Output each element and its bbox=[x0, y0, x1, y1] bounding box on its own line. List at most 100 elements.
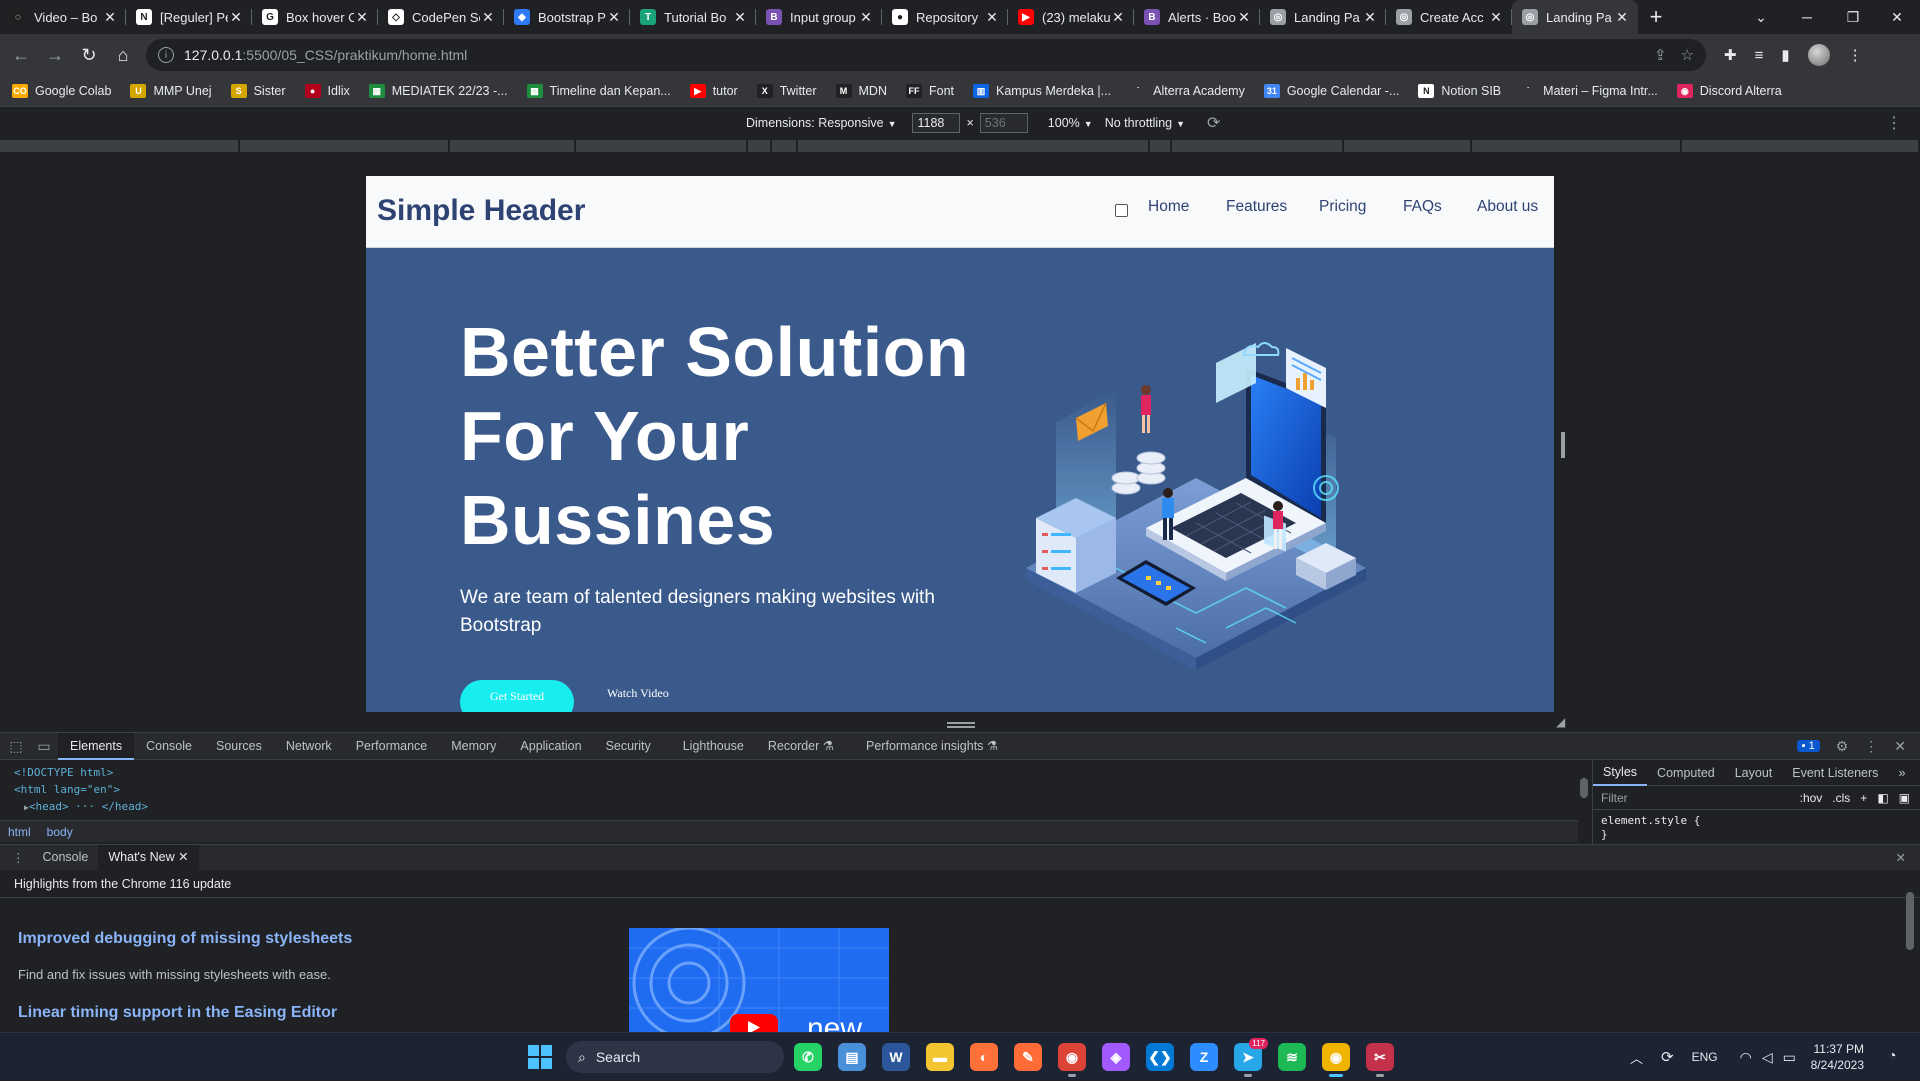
bookmark-item[interactable]: ▥ Kampus Merdeka |... bbox=[973, 84, 1111, 98]
bookmark-item[interactable]: ˙ Materi – Figma Intr... bbox=[1520, 84, 1658, 98]
close-tab-icon[interactable]: ✕ bbox=[732, 9, 748, 26]
tab-search-icon[interactable]: ⌄ bbox=[1738, 0, 1784, 34]
tab-styles[interactable]: Styles bbox=[1593, 760, 1648, 786]
file-explorer-icon[interactable]: ▬ bbox=[926, 1043, 954, 1071]
firefox-icon[interactable]: ◐ bbox=[970, 1043, 998, 1071]
close-tab-icon[interactable]: ✕ bbox=[1110, 9, 1126, 26]
nav-faqs[interactable]: FAQs bbox=[1403, 198, 1442, 216]
notifications-icon[interactable]: ◔ bbox=[1888, 1047, 1896, 1063]
close-tab-icon[interactable]: ✕ bbox=[1488, 9, 1504, 26]
inspect-element-icon[interactable]: ⬚ bbox=[2, 738, 30, 755]
close-tab-icon[interactable]: ✕ bbox=[858, 9, 874, 26]
crumb-html[interactable]: html bbox=[0, 825, 39, 839]
styles-filter-input[interactable]: Filter bbox=[1601, 791, 1628, 805]
dom-line[interactable]: <html lang="en"> bbox=[14, 781, 1564, 798]
nav-toggle-checkbox[interactable] bbox=[1115, 204, 1128, 217]
bookmark-item[interactable]: ▦ MEDIATEK 22/23 -... bbox=[368, 84, 508, 98]
more-tabs-icon[interactable]: » bbox=[1888, 766, 1915, 780]
dom-line[interactable]: <!DOCTYPE html> bbox=[14, 764, 1564, 781]
sidebar-toggle-icon[interactable]: ▣ bbox=[1899, 791, 1910, 805]
tab-layout[interactable]: Layout bbox=[1725, 766, 1783, 780]
whats-new-scrollbar[interactable] bbox=[1904, 886, 1914, 1026]
browser-tab[interactable]: B Alerts · Boo ✕ bbox=[1134, 0, 1260, 34]
media-query-segment[interactable] bbox=[1172, 140, 1344, 152]
show-hidden-icons-icon[interactable]: ︿ bbox=[1630, 1048, 1643, 1067]
settings-gear-icon[interactable]: ⚙ bbox=[1836, 738, 1849, 755]
language-indicator[interactable]: ENG bbox=[1692, 1050, 1718, 1064]
dom-scrollbar-thumb[interactable] bbox=[1580, 778, 1588, 798]
share-icon[interactable]: ⇪ bbox=[1654, 46, 1667, 64]
drawer-tab-whats-new[interactable]: What's New ✕ bbox=[98, 845, 199, 870]
browser-tab[interactable]: ▶ (23) melaku ✕ bbox=[1008, 0, 1134, 34]
tab-sources[interactable]: Sources bbox=[204, 733, 274, 760]
nav-home[interactable]: Home bbox=[1148, 198, 1189, 216]
media-query-segment[interactable] bbox=[240, 140, 450, 152]
drawer-menu-icon[interactable]: ⋮ bbox=[12, 850, 25, 865]
close-window-button[interactable]: ✕ bbox=[1874, 0, 1920, 34]
nav-pricing[interactable]: Pricing bbox=[1319, 198, 1366, 216]
bookmark-item[interactable]: S Sister bbox=[230, 84, 286, 98]
viewport-right-resize-handle[interactable] bbox=[1561, 432, 1565, 458]
close-tab-icon[interactable]: ✕ bbox=[1236, 9, 1252, 26]
tab-network[interactable]: Network bbox=[274, 733, 344, 760]
width-input[interactable]: 1188 bbox=[912, 112, 961, 133]
forward-arrow-icon[interactable]: → bbox=[38, 38, 72, 72]
chrome-update-video-thumbnail[interactable]: new bbox=[629, 928, 889, 1032]
bookmark-item[interactable]: N Notion SIB bbox=[1418, 84, 1501, 98]
tab-application[interactable]: Application bbox=[508, 733, 593, 760]
maximize-button[interactable]: ❐ bbox=[1830, 0, 1876, 34]
tab-memory[interactable]: Memory bbox=[439, 733, 508, 760]
devtools-more-icon[interactable]: ⋮ bbox=[1864, 738, 1878, 755]
drawer-tab-console[interactable]: Console bbox=[33, 845, 99, 870]
viewport-corner-resize-icon[interactable]: ◢ bbox=[1556, 715, 1565, 729]
close-drawer-icon[interactable]: ✕ bbox=[1896, 850, 1906, 865]
close-tab-icon[interactable]: ✕ bbox=[178, 850, 188, 864]
cls-toggle[interactable]: .cls bbox=[1832, 791, 1850, 805]
battery-icon[interactable]: ▭ bbox=[1783, 1049, 1796, 1066]
viewport-bottom-resize-handle[interactable] bbox=[947, 722, 975, 728]
add-rule-icon[interactable]: + bbox=[1860, 791, 1867, 805]
bookmark-item[interactable]: ▦ Timeline dan Kepan... bbox=[526, 84, 671, 98]
postman-icon[interactable]: ✎ bbox=[1014, 1043, 1042, 1071]
notepad-icon[interactable]: ▤ bbox=[838, 1043, 866, 1071]
bookmark-star-icon[interactable]: ☆ bbox=[1681, 46, 1694, 64]
nav-about-us[interactable]: About us bbox=[1477, 198, 1538, 216]
browser-tab[interactable]: T Tutorial Bo ✕ bbox=[630, 0, 756, 34]
site-info-icon[interactable]: i bbox=[158, 47, 174, 63]
media-query-segment[interactable] bbox=[1150, 140, 1172, 152]
scrollbar-thumb[interactable] bbox=[1906, 892, 1914, 950]
browser-tab[interactable]: ◎ Create Acc ✕ bbox=[1386, 0, 1512, 34]
browser-tab[interactable]: ◎ Landing Pa ✕ bbox=[1260, 0, 1386, 34]
close-tab-icon[interactable]: ✕ bbox=[1614, 9, 1630, 26]
dom-scrollbar[interactable] bbox=[1580, 764, 1588, 816]
close-tab-icon[interactable]: ✕ bbox=[102, 9, 118, 26]
address-bar[interactable]: i 127.0.0.1:5500/05_CSS/praktikum/home.h… bbox=[146, 39, 1706, 71]
zoom-icon[interactable]: Z bbox=[1190, 1043, 1218, 1071]
watch-video-link[interactable]: Watch Video bbox=[607, 686, 669, 701]
media-query-segment[interactable] bbox=[798, 140, 1150, 152]
hov-toggle[interactable]: :hov bbox=[1800, 791, 1823, 805]
volume-icon[interactable]: ◁ bbox=[1762, 1049, 1773, 1066]
tab-security[interactable]: Security bbox=[594, 733, 663, 760]
bookmark-item[interactable]: ◉ Discord Alterra bbox=[1676, 84, 1782, 98]
media-query-segment[interactable] bbox=[748, 140, 772, 152]
close-tab-icon[interactable]: ✕ bbox=[228, 9, 244, 26]
new-tab-button[interactable]: + bbox=[1638, 4, 1674, 30]
zoom-dropdown[interactable]: 100% ▼ bbox=[1048, 116, 1093, 130]
close-tab-icon[interactable]: ✕ bbox=[606, 9, 622, 26]
crumb-body[interactable]: body bbox=[39, 825, 81, 839]
bookmark-item[interactable]: ˙ Alterra Academy bbox=[1130, 84, 1245, 98]
dom-line[interactable]: ▶<head> ··· </head> bbox=[14, 798, 1564, 816]
chrome-canary-icon[interactable]: ◉ bbox=[1322, 1043, 1350, 1077]
dimensions-dropdown[interactable]: Dimensions: Responsive ▼ bbox=[746, 116, 896, 130]
figma-icon[interactable]: ◈ bbox=[1102, 1043, 1130, 1071]
media-control-icon[interactable]: ≡ bbox=[1755, 47, 1764, 64]
close-tab-icon[interactable]: ✕ bbox=[480, 9, 496, 26]
rotate-icon[interactable]: ⟳ bbox=[1207, 113, 1220, 133]
tab-console[interactable]: Console bbox=[134, 733, 204, 760]
browser-tab[interactable]: N [Reguler] Pe ✕ bbox=[126, 0, 252, 34]
tab-performance-insights[interactable]: Performance insights ⚗ bbox=[854, 733, 1010, 760]
media-query-segment[interactable] bbox=[0, 140, 240, 152]
brand-logo[interactable]: Simple Header bbox=[377, 194, 585, 228]
browser-tab[interactable]: ◇ CodePen Se ✕ bbox=[378, 0, 504, 34]
